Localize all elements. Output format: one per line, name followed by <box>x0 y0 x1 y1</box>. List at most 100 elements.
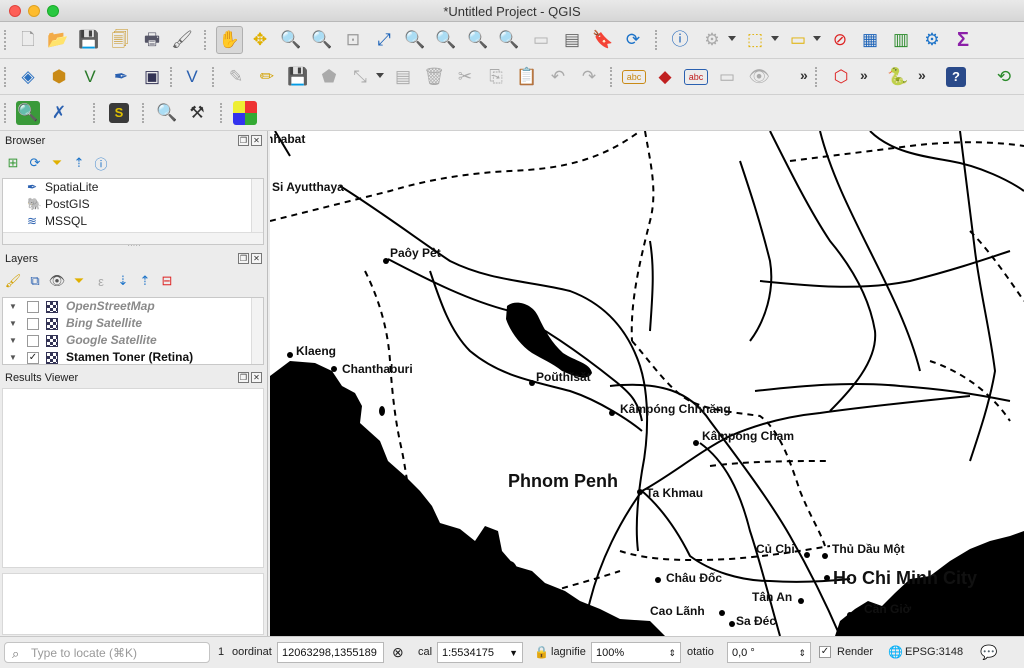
expand-arrow-icon[interactable]: ▼ <box>9 315 17 332</box>
messages-icon[interactable]: 💬 <box>980 642 997 663</box>
toolbar-more-icon[interactable]: » <box>800 67 808 83</box>
save-project-icon[interactable]: 💾 <box>77 28 101 52</box>
measure-icon[interactable]: ⚙ <box>700 28 724 52</box>
save-edits-icon[interactable]: 💾 <box>286 65 310 89</box>
new-project-icon[interactable]: 🗋 <box>16 28 40 52</box>
close-panel-button[interactable]: ✕ <box>251 372 262 383</box>
save-as-icon[interactable]: 🗐 <box>108 28 132 52</box>
layer-visibility-checkbox[interactable] <box>27 301 39 313</box>
toolbar-grip[interactable] <box>815 67 819 87</box>
python-console-icon[interactable]: 🐍 <box>886 65 910 89</box>
expand-arrow-icon[interactable]: ▼ <box>9 349 17 364</box>
filter-legend-icon[interactable]: ⏷ <box>70 272 88 290</box>
scale-combobox[interactable]: 1:5534175 ▼ <box>437 642 523 663</box>
filter-expression-icon[interactable]: ε <box>92 272 110 290</box>
add-raster-layer-icon[interactable]: V <box>78 65 102 89</box>
processing-toolbox-icon[interactable]: ⚙ <box>920 28 944 52</box>
cut-features-icon[interactable]: ✂ <box>453 65 477 89</box>
spin-arrows-icon[interactable]: ⇕ <box>798 643 806 664</box>
georeferencer-icon[interactable]: ✗ <box>47 101 71 125</box>
browser-item[interactable]: ≋ MSSQL <box>3 213 263 230</box>
coordinate-field[interactable]: 12063298,1355189 <box>277 642 384 663</box>
layer-row[interactable]: ▼ Bing Satellite <box>3 315 263 332</box>
select-value-dropdown-icon[interactable] <box>813 36 821 41</box>
float-panel-button[interactable]: ❐ <box>238 253 249 264</box>
zoom-full-icon[interactable]: ⤢ <box>372 28 396 52</box>
filter-browser-icon[interactable]: ⏷ <box>48 154 66 172</box>
print-layout-icon[interactable]: 🖶 <box>140 28 164 52</box>
layer-labeling-icon[interactable]: abc <box>622 70 646 84</box>
crs-button[interactable]: EPSG:3148 <box>905 642 963 663</box>
close-panel-button[interactable]: ✕ <box>251 253 262 264</box>
add-group-icon[interactable]: ⧉ <box>26 272 44 290</box>
current-edits-icon[interactable]: ✎ <box>224 65 248 89</box>
collapse-all-icon[interactable]: ⇡ <box>70 154 88 172</box>
locator-search-icon[interactable]: 🔍 <box>16 101 40 125</box>
new-bookmark-icon[interactable]: ▭ <box>529 28 553 52</box>
toggle-editing-icon[interactable]: ✏ <box>255 65 279 89</box>
toolbar-more-icon[interactable]: » <box>860 67 868 83</box>
toolbar-grip[interactable] <box>4 30 8 50</box>
virtual-layer-icon[interactable]: V <box>180 65 204 89</box>
pan-to-selection-icon[interactable]: ✥ <box>248 28 272 52</box>
properties-icon[interactable]: ⓘ <box>92 154 110 172</box>
layer-row[interactable]: ▼ ✓ Stamen Toner (Retina) <box>3 349 263 364</box>
browser-item[interactable]: 🐘 PostGIS <box>3 196 263 213</box>
float-panel-button[interactable]: ❐ <box>238 372 249 383</box>
toolbar-more-icon[interactable]: » <box>918 67 926 83</box>
collapse-all-layers-icon[interactable]: ⇡ <box>136 272 154 290</box>
measure-dropdown-icon[interactable] <box>728 36 736 41</box>
copy-features-icon[interactable]: ⎘ <box>484 65 508 89</box>
layer-diagram-icon[interactable]: ◆ <box>653 65 677 89</box>
new-spatialite-icon[interactable]: ✒ <box>109 65 133 89</box>
delete-selected-icon[interactable]: 🗑 <box>422 65 446 89</box>
plugin-manager-icon[interactable]: ⟲ <box>992 65 1016 89</box>
open-project-icon[interactable]: 📂 <box>46 28 70 52</box>
vertex-tool-icon[interactable]: ⤡ <box>348 65 372 89</box>
style-manager-icon[interactable]: 🖌 <box>170 28 194 52</box>
select-features-icon[interactable]: ⬚ <box>743 28 767 52</box>
zoom-to-layer-icon[interactable]: 🔍 <box>434 28 458 52</box>
pan-icon[interactable]: ✋ <box>216 26 243 54</box>
show-bookmarks-icon[interactable]: ▤ <box>560 28 584 52</box>
refresh-icon[interactable]: ⟳ <box>621 28 645 52</box>
spatial-bookmark-icon[interactable]: 🔖 <box>591 28 615 52</box>
statistics-icon[interactable]: ▥ <box>889 28 913 52</box>
modify-attributes-icon[interactable]: ▤ <box>391 65 415 89</box>
layer-visibility-checkbox[interactable] <box>27 335 39 347</box>
quickmapservices-icon[interactable] <box>233 101 257 125</box>
magnifier-field[interactable]: 100% ⇕ <box>591 642 681 663</box>
layers-vertical-scrollbar[interactable] <box>251 298 263 364</box>
layer-row[interactable]: ▼ Google Satellite <box>3 332 263 349</box>
float-panel-button[interactable]: ❐ <box>238 135 249 146</box>
scripts-icon[interactable]: S <box>109 103 129 123</box>
attribute-table-icon[interactable]: ▦ <box>858 28 882 52</box>
layer-row[interactable]: ▼ OpenStreetMap <box>3 298 263 315</box>
pin-labels-icon[interactable]: abc <box>684 69 708 85</box>
zoom-next-icon[interactable]: 🔍 <box>497 28 521 52</box>
lock-scale-icon[interactable]: 🔒 <box>534 642 549 663</box>
toolbar-grip[interactable] <box>204 30 208 50</box>
browser-item[interactable]: ✒ SpatiaLite <box>3 179 263 196</box>
zoom-to-selection-icon[interactable]: 🔍 <box>403 28 427 52</box>
toggle-extents-icon[interactable]: ⊗ <box>392 642 404 663</box>
shape-digitize-icon[interactable]: ⬡ <box>829 65 853 89</box>
move-label-icon[interactable]: 👁 <box>747 65 771 89</box>
layer-visibility-checkbox[interactable] <box>27 318 39 330</box>
splitter-handle[interactable]: ····· <box>0 242 268 250</box>
spin-arrows-icon[interactable]: ⇕ <box>668 643 676 664</box>
expand-arrow-icon[interactable]: ▼ <box>9 332 17 349</box>
paste-features-icon[interactable]: 📋 <box>515 65 539 89</box>
locator-search-input[interactable]: ⌕ Type to locate (⌘K) <box>4 642 210 663</box>
tools-icon[interactable]: ⚒ <box>185 101 209 125</box>
close-panel-button[interactable]: ✕ <box>251 135 262 146</box>
add-wms-icon[interactable]: ▣ <box>140 65 164 89</box>
add-selected-layers-icon[interactable]: ⊞ <box>4 154 22 172</box>
toolbar-grip[interactable] <box>4 67 8 87</box>
quick-search-icon[interactable]: 🔍 <box>155 101 179 125</box>
deselect-icon[interactable]: ⊘ <box>828 28 852 52</box>
toolbar-grip[interactable] <box>212 67 216 87</box>
zoom-out-icon[interactable]: 🔍 <box>310 28 334 52</box>
select-dropdown-icon[interactable] <box>771 36 779 41</box>
open-styling-icon[interactable]: 🖌 <box>4 272 22 290</box>
